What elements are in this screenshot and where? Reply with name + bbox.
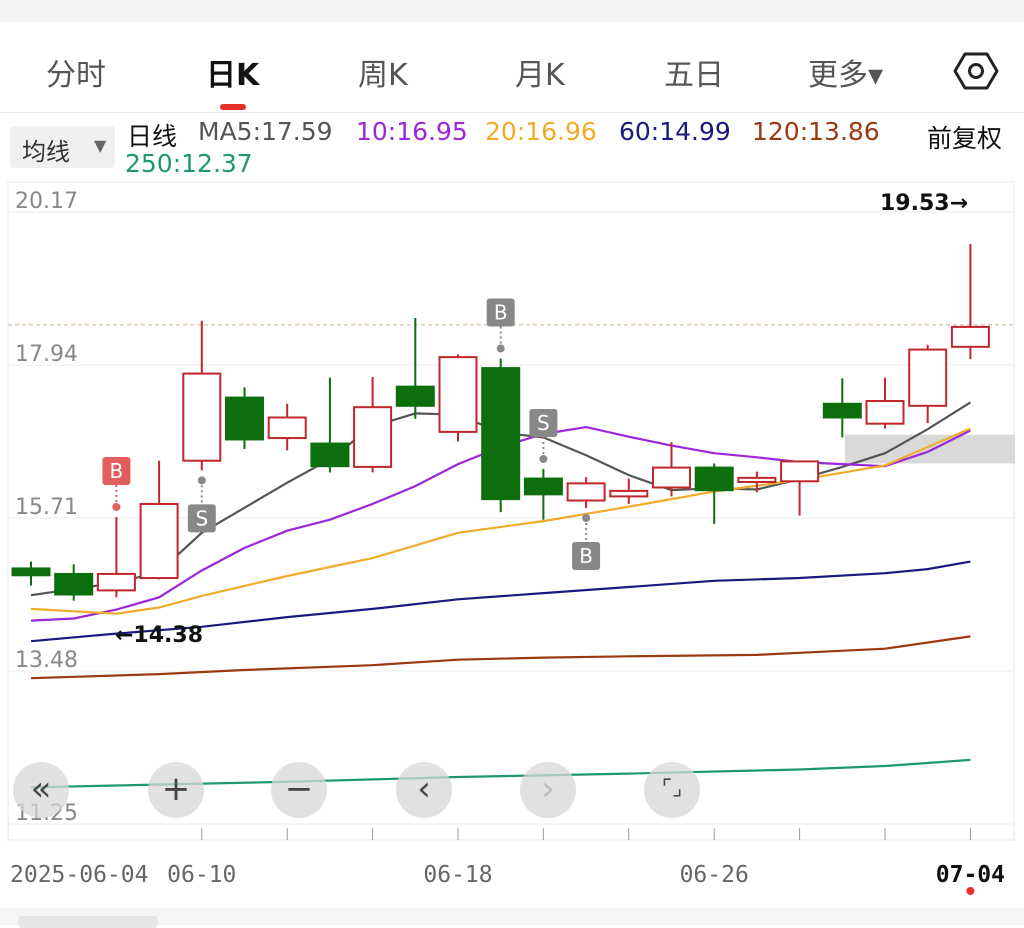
ma-selector-label: 均线 bbox=[22, 138, 70, 166]
candle-up bbox=[267, 416, 307, 440]
signal-dot bbox=[112, 502, 121, 511]
candle-down bbox=[523, 477, 563, 496]
ma5-legend: MA5:17.59 bbox=[198, 117, 333, 146]
max-price-label: 19.53→ bbox=[880, 191, 968, 216]
x-tick-label: 06-18 bbox=[423, 862, 492, 888]
candle-up bbox=[96, 572, 136, 592]
y-tick-label: 20.17 bbox=[15, 189, 78, 214]
bottom-bar bbox=[0, 908, 1024, 928]
x-tick-label: 07-04 bbox=[936, 862, 1005, 888]
candle-up bbox=[609, 489, 649, 498]
period-label: 日线 bbox=[127, 122, 178, 151]
ma20-legend: 20:16.96 bbox=[485, 117, 597, 146]
signal-label: S bbox=[195, 506, 208, 530]
min-price-label: ←14.38 bbox=[115, 623, 203, 648]
ma250-legend: 250:12.37 bbox=[125, 149, 253, 178]
y-tick-label: 17.94 bbox=[15, 342, 78, 367]
signal-label: S bbox=[537, 411, 550, 435]
candle-up bbox=[780, 460, 820, 483]
zoom-out-icon[interactable]: − bbox=[271, 762, 327, 818]
adjust-mode-button[interactable]: 前复权 bbox=[927, 119, 1002, 155]
candle-up bbox=[438, 356, 478, 433]
candle-down bbox=[481, 367, 521, 501]
ma-selector-button[interactable]: 均线 ▼ bbox=[10, 126, 115, 168]
signal-label: B bbox=[579, 544, 593, 568]
signal-dot bbox=[197, 476, 206, 485]
scroll-left-fast-icon[interactable]: « bbox=[13, 762, 69, 818]
ma120-legend: 120:13.86 bbox=[752, 117, 880, 146]
signal-dot bbox=[539, 454, 548, 463]
signal-label: B bbox=[494, 300, 508, 324]
candle-up bbox=[950, 325, 990, 348]
candle-up bbox=[353, 406, 393, 468]
candle-up bbox=[182, 372, 222, 462]
candle-down bbox=[694, 466, 734, 492]
signal-dot bbox=[582, 514, 591, 523]
caret-down-icon: ▼ bbox=[94, 136, 107, 155]
price-highlight-box bbox=[845, 434, 1015, 464]
period-tab-bar: 分时 日K 周K 月K 五日 更多▾ bbox=[0, 22, 1024, 113]
bottom-pill bbox=[18, 916, 158, 928]
candle-down bbox=[310, 442, 350, 468]
candle-down bbox=[395, 385, 435, 407]
candle-up bbox=[652, 466, 691, 489]
candle-down bbox=[54, 572, 94, 596]
candle-down bbox=[11, 567, 51, 577]
y-tick-label: 13.48 bbox=[15, 648, 78, 673]
status-strip bbox=[0, 0, 1024, 22]
signal-label: B bbox=[110, 459, 124, 483]
signal-dot bbox=[496, 344, 505, 353]
candle-up bbox=[566, 482, 606, 502]
candle-up bbox=[908, 348, 948, 407]
active-tab-indicator bbox=[220, 104, 246, 110]
tab-five-day[interactable]: 五日 bbox=[664, 50, 724, 94]
tab-weekly-k[interactable]: 周K bbox=[358, 50, 408, 94]
candle-down bbox=[822, 402, 862, 419]
fullscreen-icon[interactable]: ⌜⌟ bbox=[644, 762, 700, 818]
ma60-legend: 60:14.99 bbox=[619, 117, 731, 146]
x-tick-label: 2025-06-04 bbox=[10, 862, 148, 888]
candle-up bbox=[737, 476, 777, 483]
candle-up bbox=[865, 400, 905, 425]
scroll-right-icon[interactable]: › bbox=[520, 762, 576, 818]
ma10-legend: 10:16.95 bbox=[356, 117, 468, 146]
candle-down bbox=[225, 396, 264, 441]
x-tick-label: 06-10 bbox=[167, 862, 236, 888]
tab-more[interactable]: 更多▾ bbox=[808, 50, 883, 94]
tab-daily-k[interactable]: 日K bbox=[206, 50, 259, 94]
tab-monthly-k[interactable]: 月K bbox=[515, 50, 565, 94]
x-tick-label: 06-26 bbox=[680, 862, 749, 888]
zoom-in-icon[interactable]: + bbox=[148, 762, 204, 818]
candle-up bbox=[139, 502, 179, 580]
latest-date-dot bbox=[966, 887, 975, 895]
tab-fenshi[interactable]: 分时 bbox=[46, 50, 106, 94]
y-tick-label: 15.71 bbox=[15, 495, 78, 520]
settings-icon[interactable] bbox=[953, 48, 999, 94]
scroll-left-icon[interactable]: ‹ bbox=[396, 762, 452, 818]
